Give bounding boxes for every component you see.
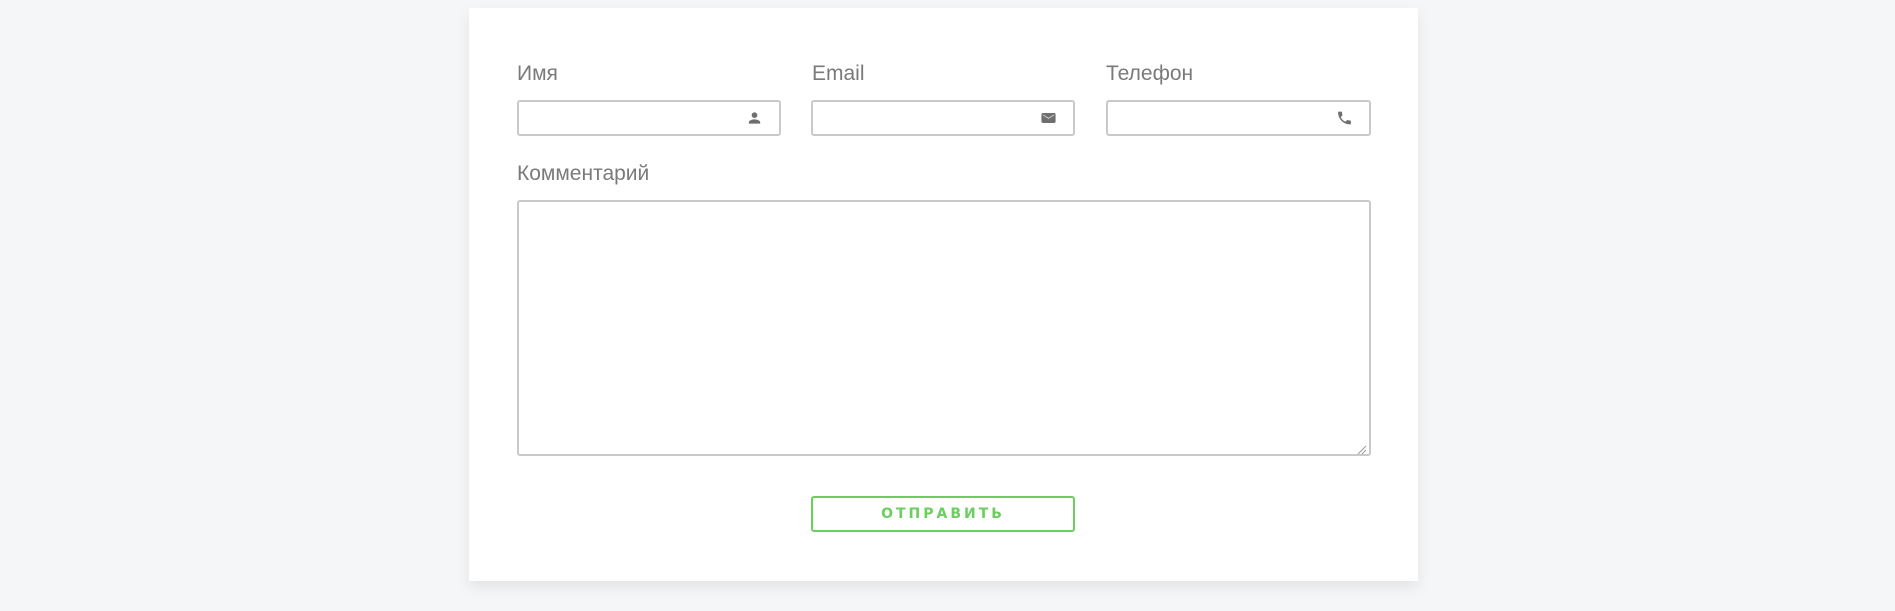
phone-icon bbox=[1336, 110, 1353, 127]
envelope-icon bbox=[1040, 110, 1057, 127]
phone-field-container bbox=[1106, 100, 1371, 136]
name-input[interactable] bbox=[519, 102, 779, 134]
phone-input[interactable] bbox=[1108, 102, 1369, 134]
email-input[interactable] bbox=[813, 102, 1073, 134]
resize-handle-icon[interactable] bbox=[1357, 442, 1367, 455]
comment-label: Комментарий bbox=[517, 162, 650, 185]
person-icon bbox=[746, 110, 763, 127]
email-field-container bbox=[811, 100, 1075, 136]
contact-form-card: Имя Email Телефон Комментарий ОТПРАВИТЬ bbox=[469, 8, 1418, 581]
comment-textarea[interactable] bbox=[519, 202, 1369, 454]
name-field-container bbox=[517, 100, 781, 136]
submit-button[interactable]: ОТПРАВИТЬ bbox=[811, 496, 1075, 532]
phone-label: Телефон bbox=[1106, 62, 1194, 85]
email-label: Email bbox=[812, 62, 865, 85]
comment-field-container bbox=[517, 200, 1371, 456]
name-label: Имя bbox=[517, 62, 558, 85]
